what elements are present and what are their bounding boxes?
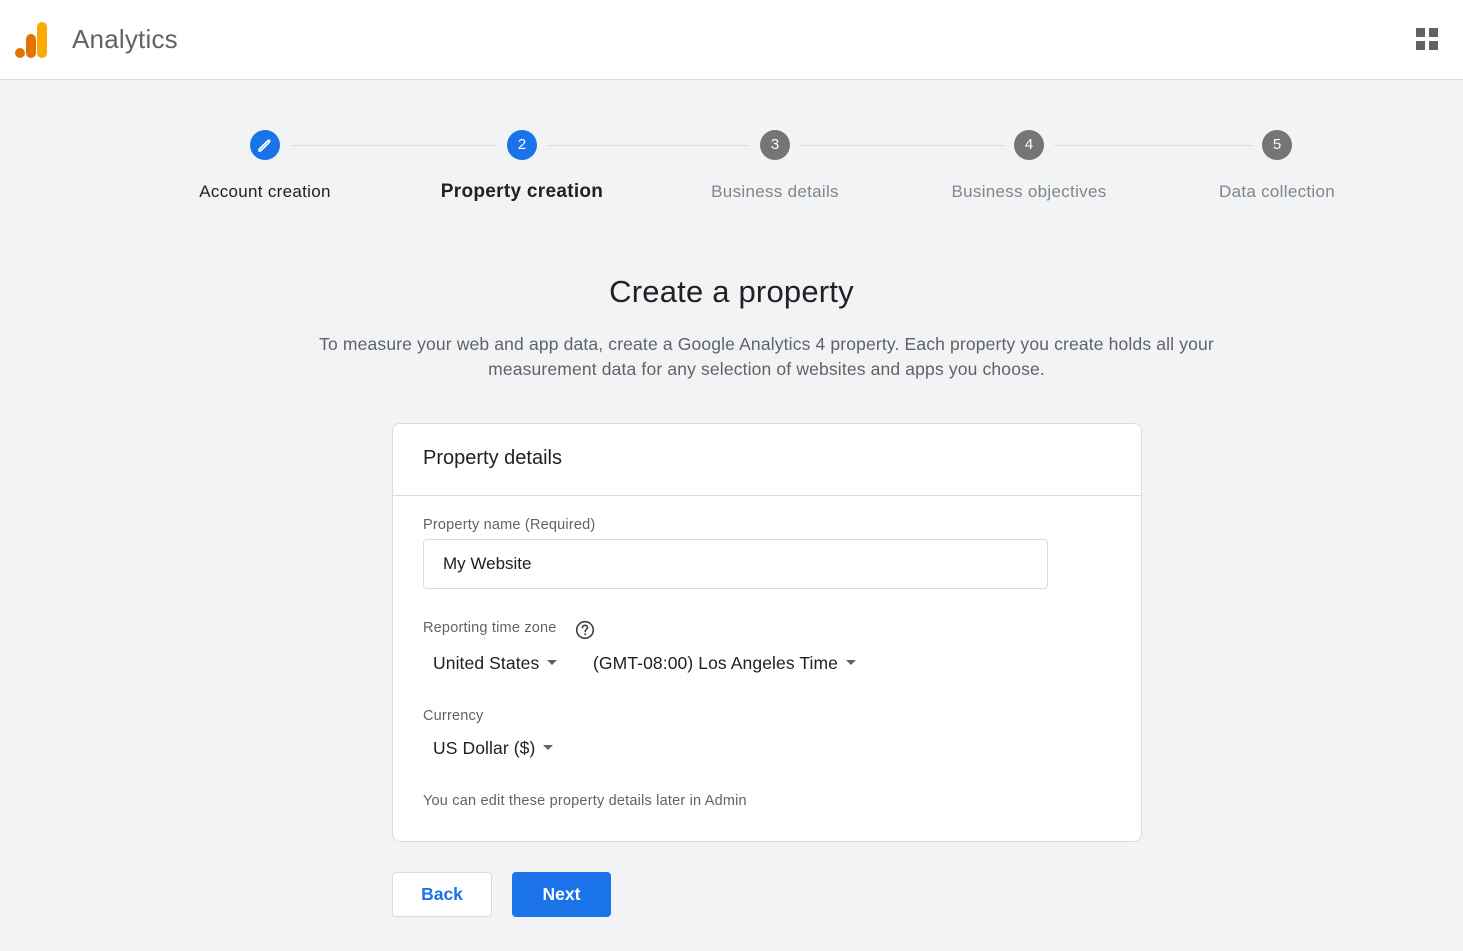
step-5-label: Data collection	[1218, 182, 1336, 201]
property-name-input[interactable]	[423, 539, 1048, 589]
page-title: Create a property	[609, 274, 854, 309]
page-description: To measure your web and app data, create…	[319, 334, 1214, 379]
property-name-label: Property name (Required)	[423, 517, 596, 533]
timezone-dropdown[interactable]: (GMT-08:00) Los Angeles Time	[593, 653, 856, 674]
timezone-value: (GMT-08:00) Los Angeles Time	[593, 653, 838, 673]
app-title: Analytics	[72, 24, 178, 54]
back-button[interactable]: Back	[392, 872, 492, 917]
analytics-logo[interactable]	[14, 20, 50, 60]
step-4-indicator: 4	[1014, 130, 1044, 160]
step-3-indicator: 3	[760, 130, 790, 160]
timezone-label: Reporting time zone	[423, 620, 557, 636]
card-header: Property details	[393, 424, 1141, 496]
apps-grid-icon[interactable]	[1412, 24, 1442, 54]
chevron-down-icon	[543, 744, 554, 750]
step-connector	[546, 145, 750, 146]
step-connector	[290, 145, 496, 146]
help-circle-icon[interactable]	[575, 620, 595, 640]
chevron-down-icon	[547, 659, 558, 665]
currency-value: US Dollar ($)	[433, 738, 536, 758]
currency-label: Currency	[423, 708, 484, 724]
edit-later-note: You can edit these property details late…	[423, 793, 747, 809]
card-title: Property details	[423, 447, 562, 469]
top-bar: Analytics	[0, 0, 1463, 80]
step-4-label: Business objectives	[951, 182, 1107, 201]
step-3-label: Business details	[711, 182, 839, 201]
property-details-card: Property details Property name (Required…	[392, 423, 1142, 842]
step-5-indicator: 5	[1262, 130, 1292, 160]
next-button[interactable]: Next	[512, 872, 611, 917]
country-dropdown[interactable]: United States	[433, 653, 558, 674]
currency-dropdown[interactable]: US Dollar ($)	[433, 738, 554, 759]
step-1-label[interactable]: Account creation	[199, 182, 330, 202]
pencil-icon	[258, 139, 271, 152]
step-2-indicator: 2	[507, 130, 537, 160]
setup-stepper: 2 3 4 5 Account creation Property creati…	[0, 130, 1463, 220]
chevron-down-icon	[846, 659, 856, 665]
country-value: United States	[433, 653, 540, 673]
step-connector	[800, 145, 1004, 146]
step-connector	[1054, 145, 1252, 146]
step-2-label: Property creation	[440, 181, 604, 202]
step-1-indicator[interactable]	[250, 130, 280, 160]
